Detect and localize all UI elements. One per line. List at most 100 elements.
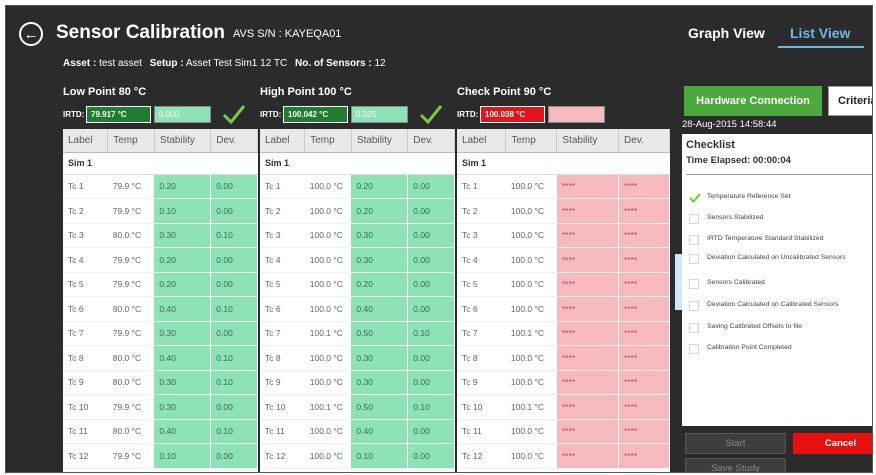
table-row[interactable]: Tc 7 79.9 °C 0.30 0.00 <box>63 321 258 346</box>
sensor-stability: 0.20 <box>154 247 212 273</box>
time-elapsed: Time Elapsed: 00:00:04 <box>686 155 791 166</box>
tab-list-view[interactable]: List View <box>790 25 850 41</box>
sensor-label: Tc 1 <box>457 174 506 199</box>
table-row[interactable]: Tc 12 100.0 °C **** **** <box>457 443 670 469</box>
table-row[interactable]: Tc 11 80.0 °C 0.40 0.10 <box>63 419 258 444</box>
column-header[interactable]: Temp <box>304 129 352 153</box>
table-row[interactable]: Tc 5 79.9 °C 0.20 0.00 <box>63 272 258 297</box>
table-row[interactable]: Tc 2 100.0 °C 0.20 0.00 <box>260 198 455 224</box>
table-row[interactable]: Tc 12 100.0 °C 0.10 0.00 <box>260 443 455 469</box>
sensor-label: Tc 10 <box>260 394 305 420</box>
sensor-deviation: 0.00 <box>407 198 455 224</box>
table-row[interactable]: Tc 5 100.0 °C **** **** <box>457 272 670 297</box>
table-row[interactable]: Tc 3 100.0 °C **** **** <box>457 223 670 248</box>
timestamp: 28-Aug-2015 14:58:44 <box>682 119 777 130</box>
sensor-stability: 0.40 <box>351 419 409 444</box>
table-row[interactable]: Tc 10 100.1 °C 0.50 0.10 <box>260 394 455 420</box>
cancel-button[interactable]: Cancel <box>793 433 872 454</box>
sensor-label: Tc 4 <box>63 247 108 273</box>
hardware-connection-button[interactable]: Hardware Connection <box>684 86 822 116</box>
checkmark-icon <box>689 193 701 203</box>
sensor-label: Tc 3 <box>63 223 108 248</box>
table-row[interactable]: Tc 7 100.1 °C **** **** <box>457 321 670 346</box>
sensor-temp: 100.0 °C <box>505 198 557 224</box>
table-row[interactable]: Tc 1 100.0 °C 0.20 0.00 <box>260 174 455 199</box>
column-header[interactable]: Dev. <box>618 129 670 153</box>
sensor-label: Tc 9 <box>457 370 506 395</box>
table-row[interactable]: Tc 6 80.0 °C 0.40 0.10 <box>63 296 258 322</box>
save-study-button[interactable]: Save Study <box>685 458 786 472</box>
table-row[interactable]: Tc 11 100.0 °C 0.40 0.00 <box>260 419 455 444</box>
back-arrow-icon[interactable]: ← <box>19 22 43 46</box>
table-row[interactable]: Tc 11 100.0 °C **** **** <box>457 419 670 444</box>
column-header[interactable]: Label <box>457 129 507 153</box>
table-row[interactable]: Tc 1 79.9 °C 0.20 0.00 <box>63 174 258 199</box>
sensor-stability: 0.20 <box>154 174 212 199</box>
sensor-temp: 80.0 °C <box>107 345 155 371</box>
table-row[interactable]: Tc 4 100.0 °C 0.30 0.00 <box>260 247 455 273</box>
table-row[interactable]: Tc 7 100.1 °C 0.50 0.10 <box>260 321 455 346</box>
column-header[interactable]: Label <box>260 129 306 153</box>
column-header[interactable]: Stability <box>351 129 409 153</box>
sensor-deviation: 0.00 <box>407 419 455 444</box>
sensor-stability: 0.20 <box>154 272 212 297</box>
table-row[interactable]: Tc 9 100.0 °C **** **** <box>457 370 670 395</box>
sensor-temp: 80.0 °C <box>107 296 155 322</box>
table-row[interactable]: Tc 9 100.0 °C 0.30 0.00 <box>260 370 455 395</box>
sensor-table-panel: Label Temp Stability Dev. Sim 1 Tc 1 100.0 °C 0… <box>260 129 455 472</box>
table-row[interactable]: Tc 6 100.0 °C **** **** <box>457 296 670 322</box>
sensor-temp: 100.0 °C <box>505 443 557 469</box>
sensor-temp: 79.9 °C <box>107 443 155 469</box>
sensor-stability: 0.10 <box>351 443 409 469</box>
sensor-temp: 80.0 °C <box>107 419 155 444</box>
table-row[interactable]: Tc 8 100.0 °C 0.30 0.00 <box>260 345 455 371</box>
checklist-item-text: Deviation Calculated on Uncalibrated Sen… <box>707 254 846 261</box>
sensor-label: Tc 10 <box>63 394 108 420</box>
sensor-label: Tc 12 <box>63 443 108 469</box>
sensor-deviation: 0.00 <box>407 370 455 395</box>
sensor-temp: 100.0 °C <box>505 296 557 322</box>
sensor-stability: 0.10 <box>154 198 212 224</box>
setup-value: Asset Test Sim1 12 TC <box>185 58 288 69</box>
table-row[interactable]: Tc 10 79.9 °C 0.30 0.00 <box>63 394 258 420</box>
sensor-temp: 100.0 °C <box>505 174 557 199</box>
checkbox-icon <box>689 344 699 354</box>
table-row[interactable]: Tc 5 100.0 °C 0.20 0.00 <box>260 272 455 297</box>
table-row[interactable]: Tc 9 80.0 °C 0.30 0.10 <box>63 370 258 395</box>
sensor-label: Tc 12 <box>457 443 506 469</box>
criteria-button[interactable]: Criteria <box>828 86 872 116</box>
sensor-temp: 100.0 °C <box>505 370 557 395</box>
column-header[interactable]: Label <box>63 129 109 153</box>
sensor-label: Tc 8 <box>63 345 108 371</box>
table-row[interactable]: Tc 8 80.0 °C 0.40 0.10 <box>63 345 258 371</box>
column-header[interactable]: Stability <box>154 129 212 153</box>
start-button[interactable]: Start <box>685 433 786 454</box>
table-row[interactable]: Tc 2 79.9 °C 0.10 0.00 <box>63 198 258 224</box>
column-header[interactable]: Dev. <box>407 129 455 153</box>
table-row[interactable]: Tc 4 79.9 °C 0.20 0.00 <box>63 247 258 273</box>
column-header[interactable]: Temp <box>505 129 558 153</box>
table-row[interactable]: Tc 2 100.0 °C **** **** <box>457 198 670 224</box>
irtd-row: IRTD: 79.917 °C 0.000 <box>63 106 211 123</box>
checkbox-icon <box>689 254 699 264</box>
table-row[interactable]: Tc 10 100.1 °C **** **** <box>457 394 670 420</box>
sensor-stability: 0.30 <box>154 321 212 346</box>
setup-label: Setup : <box>149 58 184 69</box>
column-header[interactable]: Temp <box>107 129 155 153</box>
checklist-item: Sensors Stabilized <box>689 214 857 224</box>
tab-graph-view[interactable]: Graph View <box>688 25 765 41</box>
table-row[interactable]: Tc 3 80.0 °C 0.30 0.10 <box>63 223 258 248</box>
table-row[interactable]: Tc 3 100.0 °C 0.30 0.00 <box>260 223 455 248</box>
table-row[interactable]: Tc 12 79.9 °C 0.10 0.00 <box>63 443 258 469</box>
table-row[interactable]: Tc 1 100.0 °C **** **** <box>457 174 670 199</box>
table-row[interactable]: Tc 4 100.0 °C **** **** <box>457 247 670 273</box>
table-row[interactable]: Tc 6 100.0 °C 0.40 0.00 <box>260 296 455 322</box>
sensor-label: Tc 5 <box>260 272 305 297</box>
column-header[interactable]: Dev. <box>210 129 258 153</box>
group-row: Sim 1 <box>63 152 258 175</box>
column-header[interactable]: Stability <box>556 129 619 153</box>
table-row[interactable]: Tc 8 100.0 °C **** **** <box>457 345 670 371</box>
sensor-temp: 100.0 °C <box>505 223 557 248</box>
checklist-item-text: Calibration Point Completed <box>707 344 792 351</box>
sensor-stability: **** <box>556 419 619 444</box>
